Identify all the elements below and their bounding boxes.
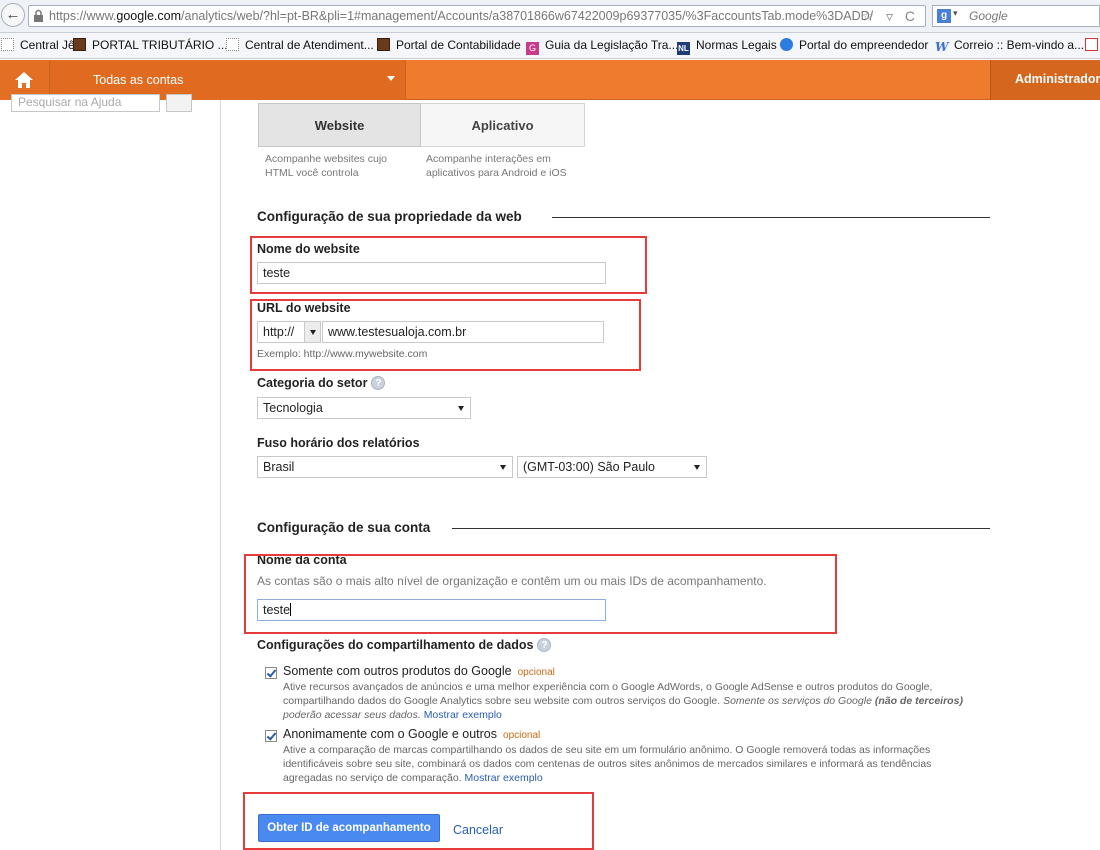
url-text: https://www.google.com/analytics/web/?hl…: [49, 9, 874, 23]
website-url-label: URL do website: [257, 301, 351, 315]
account-name-description: As contas são o mais alto nível de organ…: [257, 574, 767, 588]
bookmark-central-atendimento[interactable]: Central de Atendiment...: [226, 38, 374, 52]
account-name-input[interactable]: teste: [257, 599, 606, 621]
app-type-button[interactable]: Aplicativo: [421, 103, 585, 147]
account-section-title: Configuração de sua conta: [257, 520, 431, 535]
share-google-products-description: Ative recursos avançados de anúncios e u…: [283, 681, 963, 721]
page-icon: [226, 38, 239, 51]
chevron-down-icon: [387, 76, 395, 81]
chevron-down-icon: [694, 465, 700, 470]
analytics-header: Todas as contas Administrador: [0, 60, 1100, 100]
site-favicon-icon: [377, 38, 390, 51]
timezone-label: Fuso horário dos relatórios: [257, 436, 420, 450]
site-favicon-icon: G: [526, 42, 539, 55]
bookmark-portal-empreendedor[interactable]: Portal do empreendedor: [780, 38, 928, 52]
bookmark-mail[interactable]: [1085, 38, 1100, 52]
help-search-input[interactable]: Pesquisar na Ajuda: [11, 94, 160, 112]
website-name-input[interactable]: teste: [257, 262, 606, 284]
bookmark-central-je[interactable]: Central Jê: [1, 38, 75, 52]
account-name-label: Nome da conta: [257, 553, 347, 567]
share-google-products-title: Somente com outros produtos do Google opc…: [283, 664, 555, 678]
nl-favicon-icon: NL: [677, 42, 690, 55]
lock-icon: [34, 9, 43, 22]
help-question-icon[interactable]: ?: [371, 376, 386, 390]
back-arrow-icon[interactable]: ←: [1, 3, 25, 27]
app-type-description: Acompanhe interações em aplicativos para…: [426, 153, 567, 179]
browser-toolbar: ← https://www.google.com/analytics/web/?…: [0, 0, 1100, 33]
home-icon: [15, 72, 33, 88]
bookmarks-bar: Central Jê PORTAL TRIBUTÁRIO ... Central…: [0, 33, 1100, 59]
browser-search-input[interactable]: g ▾ Google: [932, 5, 1100, 27]
help-question-icon[interactable]: ?: [537, 638, 552, 652]
website-type-button[interactable]: Website: [258, 103, 421, 147]
industry-label: Categoria do setor?: [257, 376, 386, 390]
site-favicon-icon: [73, 38, 86, 51]
show-example-link[interactable]: Mostrar exemplo: [465, 772, 543, 784]
bookmark-correio[interactable]: W Correio :: Bem-vindo a...: [935, 38, 1084, 54]
bookmark-normas-legais[interactable]: NL Normas Legais: [677, 38, 777, 55]
share-anonymously-title: Anonimamente com o Google e outros opcion…: [283, 727, 541, 741]
chevron-down-icon[interactable]: ▾: [953, 8, 958, 19]
data-sharing-title: Configurações do compartilhamento de dad…: [257, 638, 552, 652]
chevron-down-icon: [500, 465, 506, 470]
timezone-select[interactable]: (GMT-03:00) São Paulo: [517, 456, 707, 478]
tab-administrador[interactable]: Administrador: [990, 60, 1100, 100]
w-favicon-icon: W: [935, 40, 949, 54]
country-select[interactable]: Brasil: [257, 456, 513, 478]
section-divider: [452, 528, 990, 529]
protocol-select[interactable]: http://: [257, 321, 321, 343]
chevron-down-icon: [458, 406, 464, 411]
bookmark-portal-contabilidade[interactable]: Portal de Contabilidade: [377, 38, 521, 52]
get-tracking-id-button[interactable]: Obter ID de acompanhamento: [258, 814, 440, 842]
main-content: Website Aplicativo Acompanhe websites cu…: [222, 100, 1100, 850]
website-type-description: Acompanhe websites cujo HTML você contro…: [265, 153, 387, 179]
bookmark-guia-legislacao[interactable]: G Guia da Legislação Tra...: [526, 38, 678, 55]
website-url-input[interactable]: www.testesualoja.com.br: [322, 321, 604, 343]
cancel-link[interactable]: Cancelar: [453, 823, 503, 837]
page-icon: [1, 38, 14, 51]
website-name-label: Nome do website: [257, 242, 360, 256]
help-search-button[interactable]: [166, 94, 192, 112]
globe-icon: [780, 38, 793, 51]
industry-select[interactable]: Tecnologia: [257, 397, 471, 419]
bookmark-portal-tributario[interactable]: PORTAL TRIBUTÁRIO ...: [73, 38, 228, 52]
share-anonymously-description: Ative a comparação de marcas compartilha…: [283, 744, 932, 784]
select-arrow: [304, 322, 320, 342]
sidebar: Pesquisar na Ajuda: [0, 94, 221, 850]
text-cursor: [290, 603, 292, 616]
share-anonymously-checkbox[interactable]: [265, 730, 277, 742]
address-bar[interactable]: https://www.google.com/analytics/web/?hl…: [28, 5, 926, 27]
section-divider: [552, 217, 990, 218]
share-google-products-checkbox[interactable]: [265, 667, 277, 679]
bookmark-star-icon[interactable]: ☆ ▿ C: [862, 8, 919, 25]
mail-icon: [1085, 38, 1098, 51]
url-example-hint: Exemplo: http://www.mywebsite.com: [257, 348, 428, 360]
property-section-title: Configuração de sua propriedade da web: [257, 209, 522, 224]
show-example-link[interactable]: Mostrar exemplo: [424, 709, 502, 721]
google-search-engine-icon[interactable]: g: [937, 9, 951, 23]
